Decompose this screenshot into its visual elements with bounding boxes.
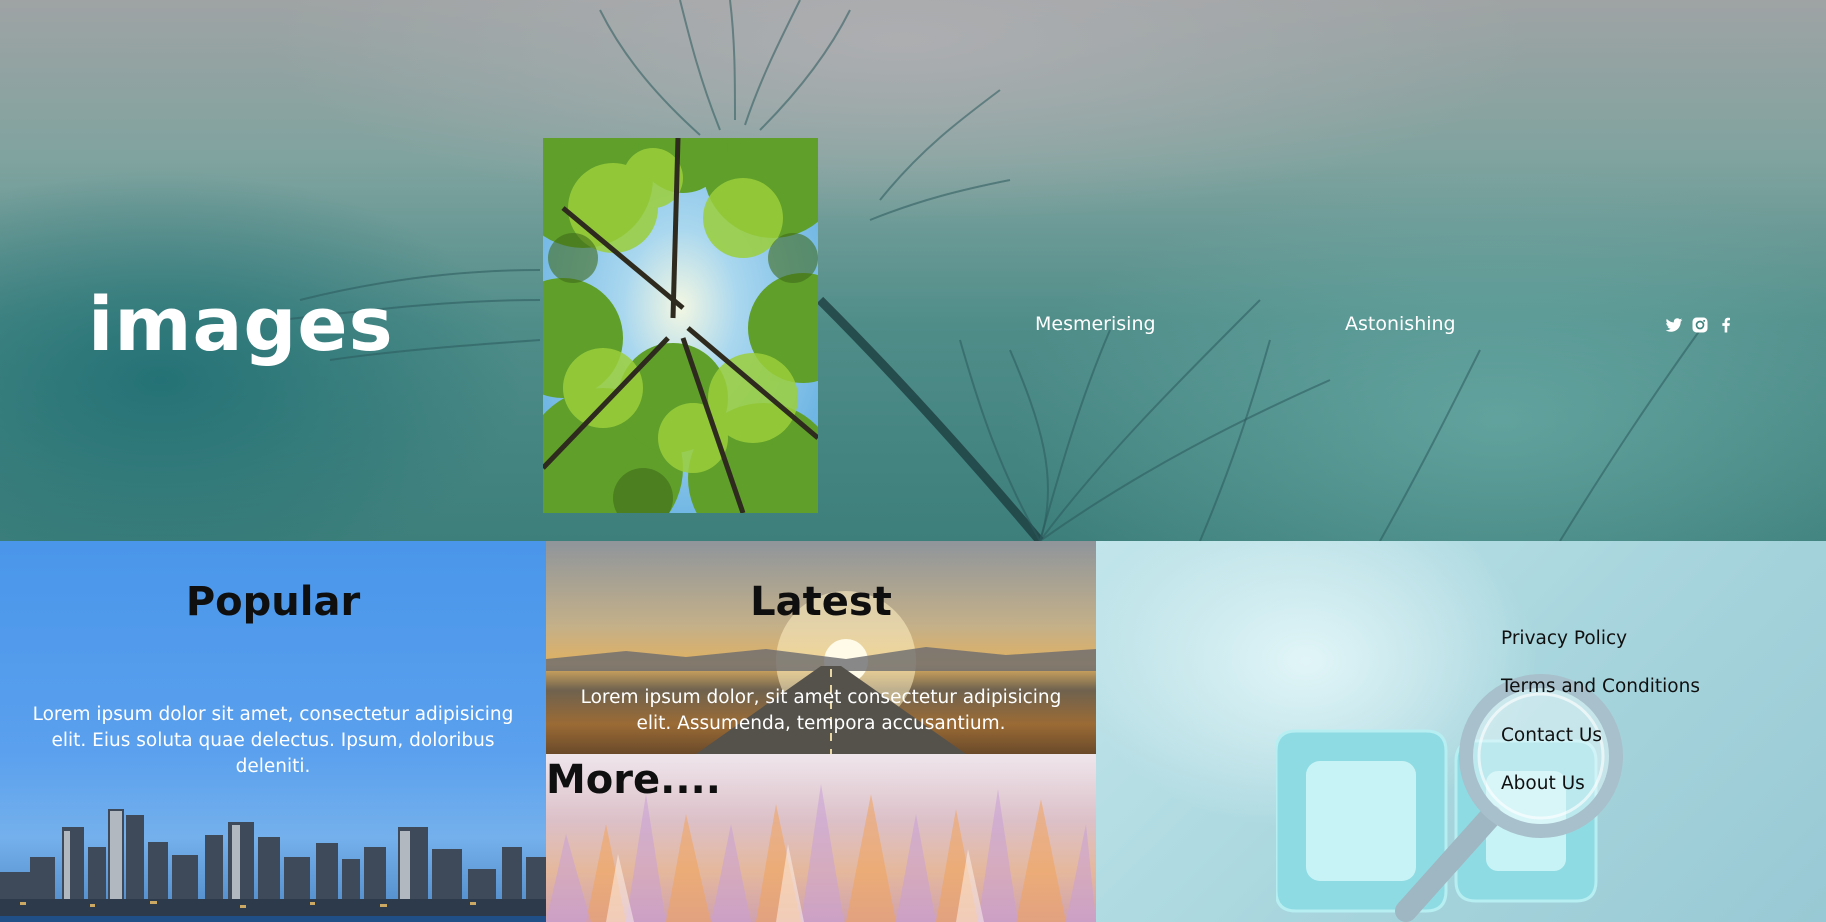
footer-link-about-us[interactable]: About Us [1501, 773, 1585, 794]
popular-description: Lorem ipsum dolor sit amet, consectetur … [32, 704, 514, 777]
footer-link-privacy-policy[interactable]: Privacy Policy [1501, 628, 1627, 649]
footer-links-panel: Privacy Policy Terms and Conditions Cont… [1096, 541, 1826, 922]
site-logo[interactable]: images [88, 280, 394, 370]
forest-canopy-photo [543, 138, 818, 513]
latest-description: Lorem ipsum dolor, sit amet consectetur … [580, 687, 1062, 734]
footer-link-contact-us[interactable]: Contact Us [1501, 725, 1602, 746]
more-card[interactable]: More.... [546, 754, 1096, 922]
nav-link-astonishing[interactable]: Astonishing [1345, 313, 1456, 335]
city-skyline-photo [0, 809, 546, 922]
facebook-icon[interactable] [1716, 315, 1736, 335]
nav-link-mesmerising[interactable]: Mesmerising [1035, 313, 1156, 335]
twitter-icon[interactable] [1664, 315, 1684, 335]
footer-link-terms-and-conditions[interactable]: Terms and Conditions [1501, 676, 1700, 697]
instagram-icon[interactable] [1690, 315, 1710, 335]
popular-heading: Popular [185, 579, 361, 625]
hero-banner: images Mesmerising Astonishing [0, 0, 1826, 541]
latest-heading: Latest [750, 579, 892, 625]
latest-card[interactable]: Latest Lorem ipsum dolor, sit amet conse… [546, 541, 1096, 754]
more-heading[interactable]: More.... [546, 757, 721, 803]
popular-card[interactable]: Popular Lorem ipsum dolor sit amet, cons… [0, 541, 546, 922]
dandelion-stems-background [279, 0, 1701, 541]
